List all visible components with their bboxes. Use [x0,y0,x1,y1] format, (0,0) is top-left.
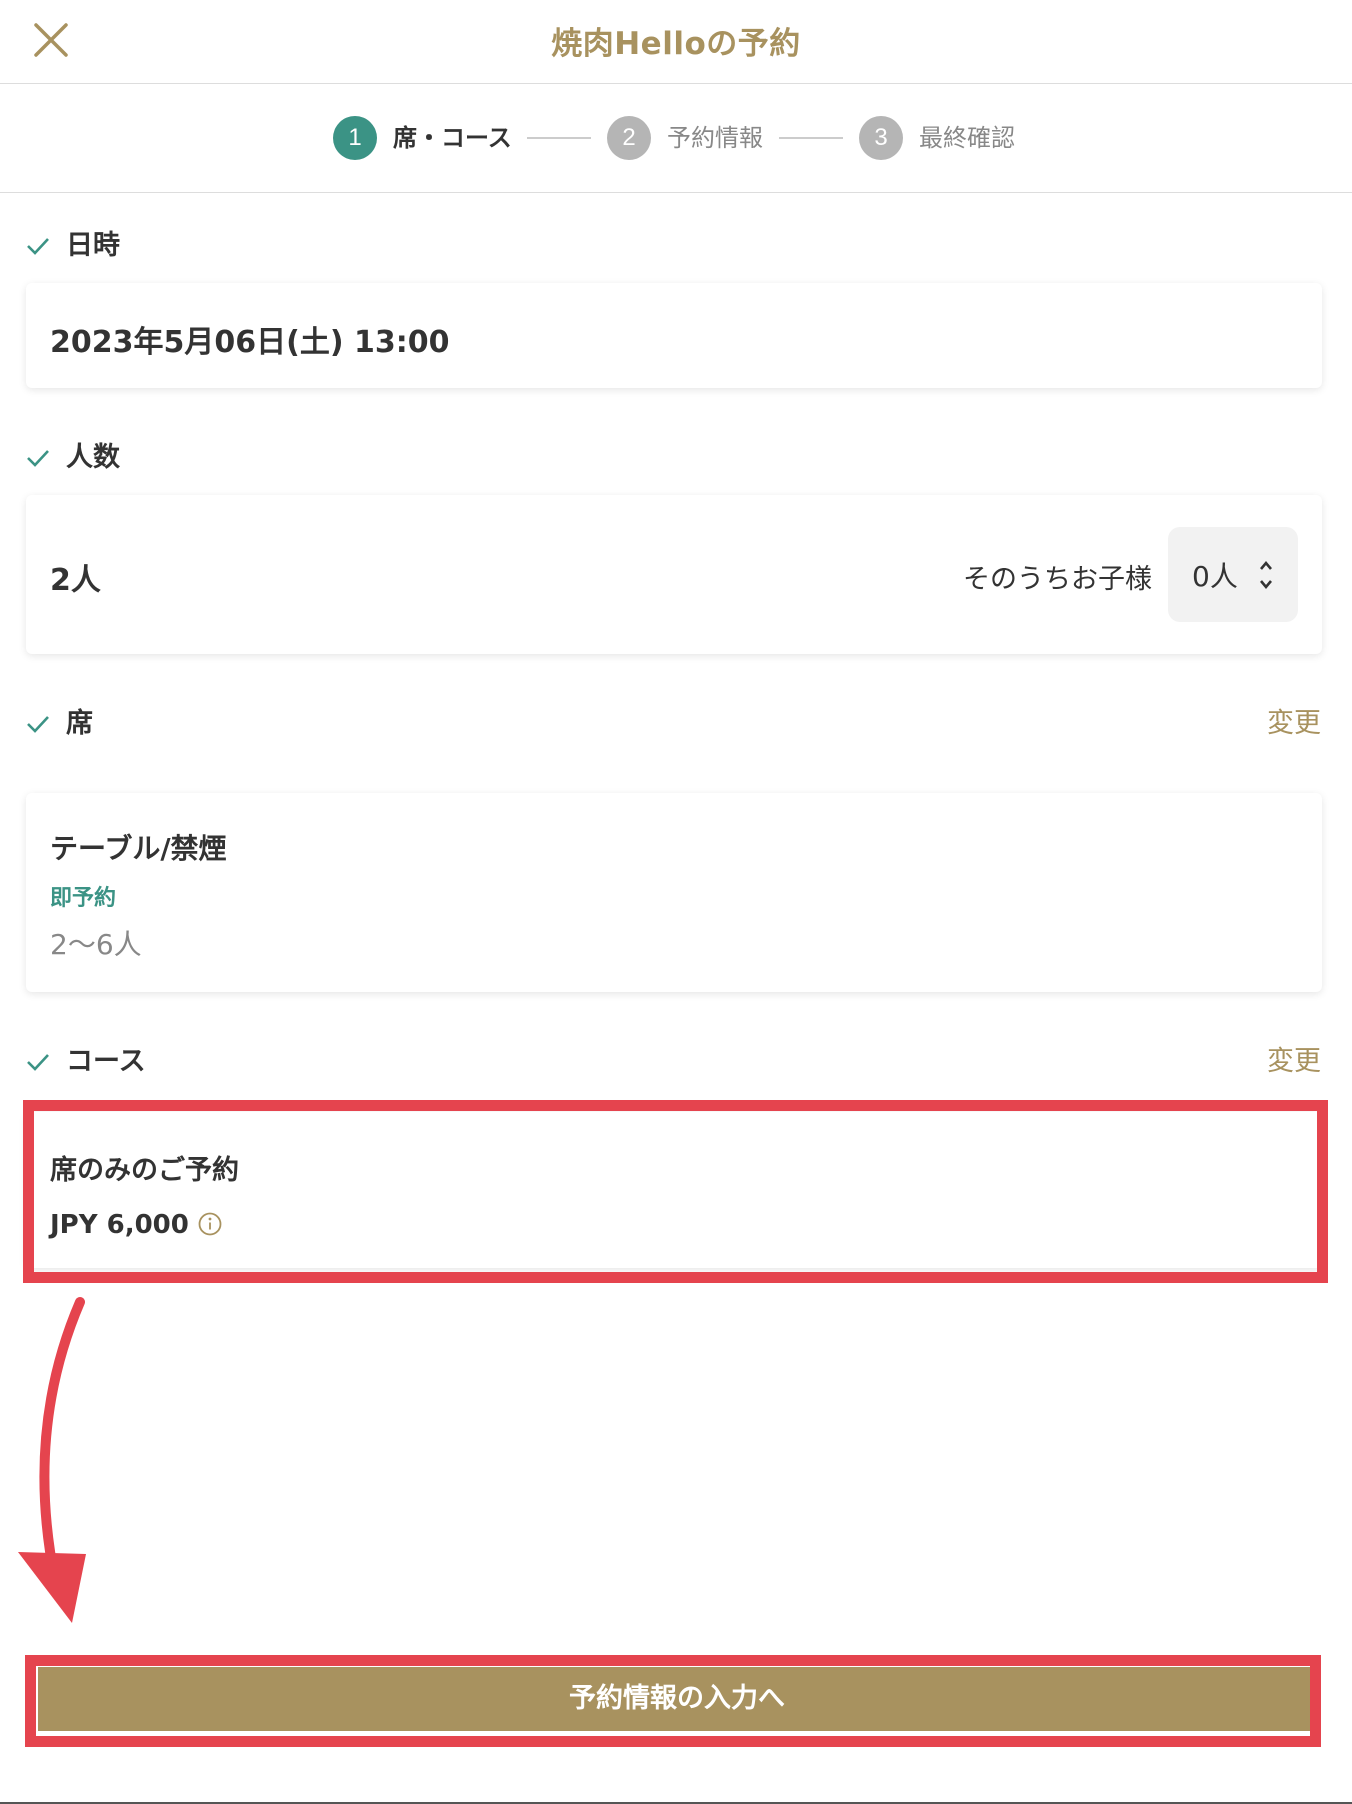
course-change-link[interactable]: 変更 [1267,1044,1321,1080]
seat-change-link[interactable]: 変更 [1267,706,1321,742]
course-section-header: コース [26,1044,1326,1084]
check-icon [27,450,49,467]
next-step-button[interactable]: 予約情報の入力へ [38,1667,1316,1731]
course-name: 席のみのご予約 [50,1155,239,1186]
check-icon [27,1054,49,1071]
datetime-title: 日時 [66,230,120,261]
course-title: コース [66,1046,146,1077]
page-title: 焼肉Helloの予約 [551,26,801,62]
seat-capacity: 2〜6人 [50,928,142,961]
step-3-label: 最終確認 [919,124,1015,152]
annotation-arrow-icon [18,1297,86,1623]
instant-booking-badge: 即予約 [50,886,117,911]
party-title: 人数 [66,442,120,473]
sort-arrows-icon [1260,560,1272,590]
party-section-header: 人数 [26,440,1326,480]
info-icon[interactable] [198,1212,222,1236]
seat-name: テーブル/禁煙 [50,832,227,865]
course-card[interactable]: 席のみのご予約 JPY 6,000 [26,1112,1322,1268]
children-select[interactable]: 0人 [1168,527,1298,622]
progress-stepper: 1 席・コース 2 予約情報 3 最終確認 [0,84,1352,193]
party-card: 2人 そのうちお子様 0人 [26,495,1322,654]
datetime-value: 2023年5月06日(土) 13:00 [50,325,450,360]
party-count[interactable]: 2人 [50,555,101,599]
step-2-label: 予約情報 [667,124,763,152]
seat-section-header: 席 [26,706,1326,746]
seat-title: 席 [66,708,93,739]
step-1-circle: 1 [333,116,377,160]
step-2-circle: 2 [607,116,651,160]
children-value: 0人 [1192,560,1238,593]
seat-card[interactable]: テーブル/禁煙 即予約 2〜6人 [26,793,1322,992]
children-label: そのうちお子様 [963,564,1152,595]
step-3-circle: 3 [859,116,903,160]
course-price: JPY 6,000 [50,1210,189,1240]
step-1-label: 席・コース [393,124,512,152]
step-connector [527,137,591,139]
header: 焼肉Helloの予約 [0,0,1352,84]
check-icon [27,716,49,733]
check-icon [27,238,49,255]
datetime-card[interactable]: 2023年5月06日(土) 13:00 [26,283,1322,388]
datetime-section-header: 日時 [26,228,1326,268]
step-connector [779,137,843,139]
